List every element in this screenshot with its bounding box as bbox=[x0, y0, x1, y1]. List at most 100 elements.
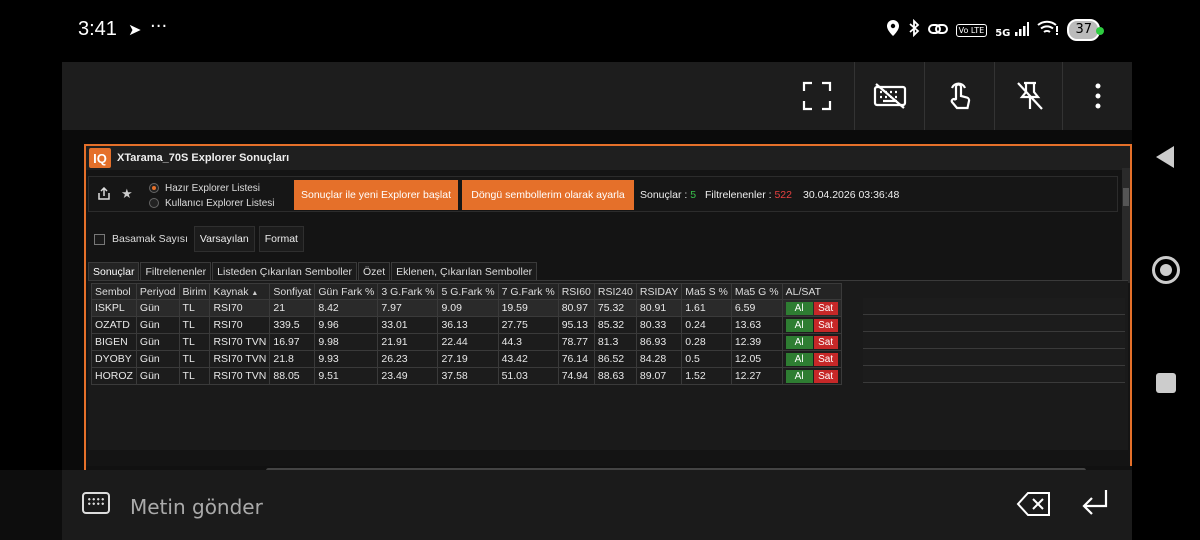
home-icon[interactable] bbox=[1152, 256, 1180, 284]
screen: 3:41 ➤ ··· Vo LTE 5G 37 IQ XTarama_70S E… bbox=[0, 0, 1200, 540]
table-cell: 16.97 bbox=[269, 333, 316, 351]
table-cell: 43.42 bbox=[497, 350, 559, 368]
more-options-button[interactable] bbox=[1062, 62, 1132, 130]
keyboard-toggle-button[interactable] bbox=[854, 62, 924, 130]
tab-eklenen-cikarilan[interactable]: Eklenen, Çıkarılan Semboller bbox=[391, 262, 538, 280]
tab-sonuclar[interactable]: Sonuçlar bbox=[88, 262, 140, 280]
table-cell: ISKPL bbox=[91, 299, 137, 317]
back-icon[interactable] bbox=[1156, 146, 1174, 168]
col-header[interactable]: Ma5 G % bbox=[730, 283, 783, 300]
col-header[interactable]: AL/SAT bbox=[781, 283, 842, 300]
text-send-bar bbox=[62, 470, 1132, 540]
left-strip bbox=[0, 62, 62, 470]
table-cell: Gün bbox=[135, 333, 180, 351]
col-header[interactable]: 7 G.Fark % bbox=[497, 283, 559, 300]
col-header-sorted[interactable]: Kaynak ▲ bbox=[209, 283, 271, 300]
explorer-toolbar: ★ Hazır Explorer Listesi Kullanıcı Explo… bbox=[88, 176, 1118, 212]
touch-mode-button[interactable] bbox=[924, 62, 994, 130]
enter-icon[interactable] bbox=[1080, 488, 1110, 524]
window-title: XTarama_70S Explorer Sonuçları bbox=[117, 152, 290, 164]
col-header[interactable]: 3 G.Fark % bbox=[377, 283, 439, 300]
radio-ready-list[interactable]: Hazır Explorer Listesi bbox=[149, 181, 260, 195]
pin-toggle-button[interactable] bbox=[994, 62, 1064, 130]
table-row[interactable]: HOROZ Gün TL RSI70 TVN 88.05 9.51 23.49 37.58 51… bbox=[91, 367, 842, 385]
table-cell: 88.63 bbox=[593, 367, 637, 385]
pin-off-icon bbox=[1016, 81, 1043, 110]
table-cell: 9.98 bbox=[314, 333, 379, 351]
share-icon[interactable] bbox=[97, 186, 111, 205]
col-header[interactable]: Birim bbox=[178, 283, 211, 300]
col-header[interactable]: Periyod bbox=[135, 283, 180, 300]
al-sat-cell: Al Sat bbox=[781, 350, 842, 368]
buy-button[interactable]: Al bbox=[785, 318, 813, 332]
basamak-checkbox[interactable] bbox=[94, 233, 105, 245]
buy-button[interactable]: Al bbox=[785, 335, 813, 349]
col-header[interactable]: Ma5 S % bbox=[681, 283, 732, 300]
sell-button[interactable]: Sat bbox=[813, 369, 838, 383]
sort-ascending-icon: ▲ bbox=[251, 289, 259, 297]
table-cell: RSI70 bbox=[209, 299, 271, 317]
vertical-scrollbar[interactable] bbox=[1122, 168, 1130, 283]
backspace-icon[interactable] bbox=[1016, 490, 1052, 522]
row-filler bbox=[863, 315, 1125, 332]
buy-button[interactable]: Al bbox=[785, 301, 813, 315]
table-cell: 7.97 bbox=[377, 299, 439, 317]
fullscreen-button[interactable] bbox=[782, 62, 852, 130]
options-row: Basamak Sayısı Varsayılan Format bbox=[94, 226, 304, 252]
tab-ozet[interactable]: Özet bbox=[357, 262, 391, 280]
col-header[interactable]: Sembol bbox=[91, 283, 137, 300]
varsayilan-button[interactable]: Varsayılan bbox=[193, 226, 255, 252]
recent-apps-icon[interactable] bbox=[1156, 373, 1176, 393]
sell-button[interactable]: Sat bbox=[813, 301, 838, 315]
table-cell: 1.61 bbox=[681, 299, 732, 317]
table-row[interactable]: ISKPL Gün TL RSI70 21 8.42 7.97 9.09 19.59 80.97 7… bbox=[91, 299, 842, 317]
table-cell: 339.5 bbox=[269, 316, 316, 334]
vertical-scrollbar-thumb[interactable] bbox=[1123, 188, 1129, 206]
radio-ready-indicator[interactable] bbox=[149, 183, 159, 193]
table-cell: 84.28 bbox=[635, 350, 683, 368]
table-header-row: Sembol Periyod Birim Kaynak ▲ Sonfiyat G… bbox=[91, 283, 842, 300]
col-header[interactable]: 5 G.Fark % bbox=[437, 283, 499, 300]
navigation-arrow-icon: ➤ bbox=[128, 20, 142, 39]
status-bar: 3:41 ➤ ··· Vo LTE 5G 37 bbox=[0, 0, 1200, 62]
table-cell: 12.05 bbox=[730, 350, 783, 368]
filtered-label: Filtrelenenler : bbox=[705, 189, 772, 201]
col-header[interactable]: RSI240 bbox=[593, 283, 637, 300]
table-cell: 0.28 bbox=[681, 333, 732, 351]
col-header[interactable]: RSI60 bbox=[557, 283, 595, 300]
table-cell: Gün bbox=[135, 367, 180, 385]
table-cell: 81.3 bbox=[593, 333, 637, 351]
format-button[interactable]: Format bbox=[258, 226, 304, 252]
sell-button[interactable]: Sat bbox=[813, 318, 838, 332]
table-cell: 21.91 bbox=[377, 333, 439, 351]
col-header[interactable]: Sonfiyat bbox=[269, 283, 316, 300]
buy-button[interactable]: Al bbox=[785, 369, 813, 383]
buy-button[interactable]: Al bbox=[785, 352, 813, 366]
col-header[interactable]: RSIDAY bbox=[635, 283, 683, 300]
sell-button[interactable]: Sat bbox=[813, 352, 838, 366]
sell-button[interactable]: Sat bbox=[813, 335, 838, 349]
new-explorer-button[interactable]: Sonuçlar ile yeni Explorer başlat bbox=[294, 180, 458, 210]
keyboard-icon[interactable] bbox=[82, 492, 110, 514]
volte-badge: Vo LTE bbox=[955, 23, 988, 37]
table-cell: 21.8 bbox=[269, 350, 316, 368]
send-text-input[interactable] bbox=[130, 494, 630, 520]
radio-user-list[interactable]: Kullanıcı Explorer Listesi bbox=[149, 196, 275, 210]
remote-toolbar bbox=[62, 62, 1132, 130]
cycle-symbols-button[interactable]: Döngü sembollerim olarak ayarla bbox=[462, 180, 634, 210]
star-icon[interactable]: ★ bbox=[121, 187, 133, 202]
table-cell: 75.32 bbox=[593, 299, 637, 317]
table-row[interactable]: OZATD Gün TL RSI70 339.5 9.96 33.01 36.13 27.75 9… bbox=[91, 316, 842, 334]
tab-filtrelenenler[interactable]: Filtrelenenler bbox=[140, 262, 212, 280]
results-grid: Sembol Periyod Birim Kaynak ▲ Sonfiyat G… bbox=[88, 280, 1128, 450]
table-row[interactable]: BIGEN Gün TL RSI70 TVN 16.97 9.98 21.91 22.44 44… bbox=[91, 333, 842, 351]
col-header[interactable]: Gün Fark % bbox=[314, 283, 379, 300]
table-row[interactable]: DYOBY Gün TL RSI70 TVN 21.8 9.93 26.23 27.19 43.… bbox=[91, 350, 842, 368]
radio-user-indicator[interactable] bbox=[149, 198, 159, 208]
more-vert-icon bbox=[1095, 83, 1100, 109]
privacy-indicator-dot bbox=[1096, 27, 1104, 35]
table-cell: 88.05 bbox=[269, 367, 316, 385]
table-cell: 76.14 bbox=[557, 350, 595, 368]
tab-listeden-cikarilan[interactable]: Listeden Çıkarılan Semboller bbox=[212, 262, 357, 280]
filtered-count: 522 bbox=[774, 189, 792, 201]
